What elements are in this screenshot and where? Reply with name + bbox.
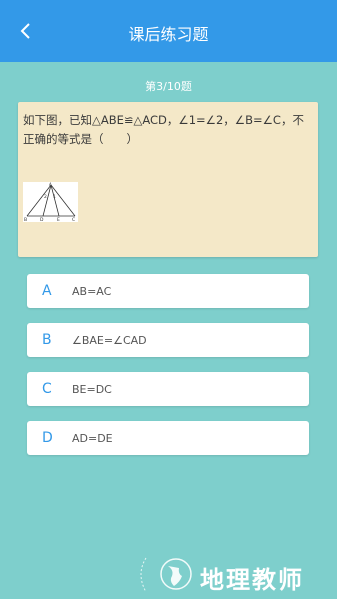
- option-b[interactable]: B ∠BAE=∠CAD: [27, 323, 309, 357]
- label-c: C: [72, 217, 75, 222]
- question-progress: 第3/10题: [145, 80, 192, 93]
- triangle-figure: A 2 1 B D E C: [23, 182, 78, 223]
- option-letter: C: [42, 381, 52, 397]
- label-b: B: [24, 217, 27, 222]
- option-text: AD=DE: [72, 432, 113, 445]
- question-text: 如下图，已知△ABE≌△ACD，∠1=∠2，∠B=∠C，不正确的等式是（ ）: [23, 113, 304, 146]
- option-c[interactable]: C BE=DC: [27, 372, 309, 406]
- triangle-diagram: A 2 1 B D E C: [24, 182, 76, 223]
- question-card: 如下图，已知△ABE≌△ACD，∠1=∠2，∠B=∠C，不正确的等式是（ ） A…: [18, 102, 318, 257]
- option-a[interactable]: A AB=AC: [27, 274, 309, 308]
- label-d: D: [40, 217, 44, 222]
- option-letter: A: [42, 283, 52, 299]
- app-header: 课后练习题: [0, 0, 337, 62]
- label-apex: A: [49, 182, 52, 187]
- option-d[interactable]: D AD=DE: [27, 421, 309, 455]
- globe-logo-icon: [140, 557, 192, 593]
- label-angle-left: 2: [44, 194, 47, 200]
- label-angle-right: 1: [53, 194, 56, 200]
- page-title: 课后练习题: [128, 25, 209, 44]
- option-letter: B: [42, 332, 52, 348]
- watermark-text: 地理教师: [200, 566, 304, 594]
- watermark: 地理教师: [130, 550, 330, 595]
- label-e: E: [57, 217, 60, 222]
- option-text: BE=DC: [72, 383, 112, 396]
- option-letter: D: [42, 430, 53, 446]
- option-text: AB=AC: [72, 285, 112, 298]
- option-text: ∠BAE=∠CAD: [72, 334, 147, 347]
